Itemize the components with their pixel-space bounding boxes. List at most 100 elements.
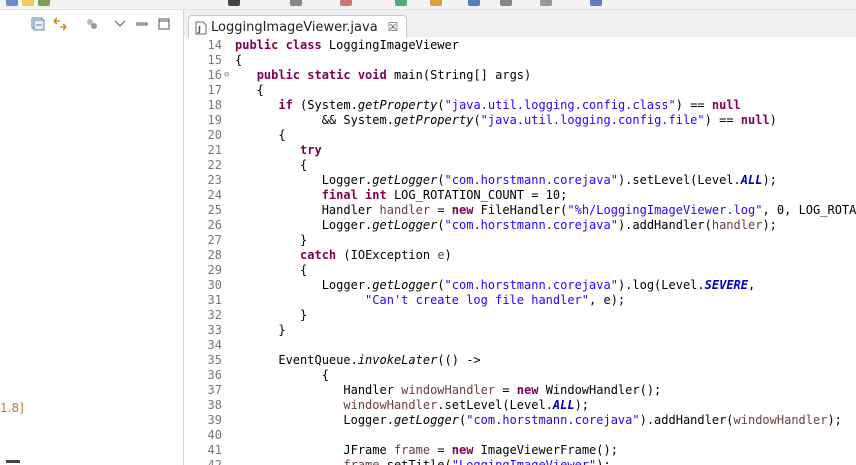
code-token: Handler	[235, 203, 380, 217]
maximize-icon[interactable]	[156, 16, 172, 32]
view-menu-icon[interactable]	[112, 16, 128, 32]
toolbar-icon[interactable]	[590, 0, 602, 6]
code-token: ).addHandler(	[617, 218, 712, 232]
code-token: "com.horstmann.corejava"	[466, 413, 640, 427]
code-line: 21 try	[184, 143, 856, 158]
collapse-all-icon[interactable]	[30, 16, 46, 32]
toolbar-icon[interactable]	[38, 0, 50, 6]
close-icon[interactable]: ☒	[388, 20, 399, 34]
line-number: 29	[207, 263, 222, 277]
line-number: 17	[207, 83, 222, 97]
toolbar-icon[interactable]	[290, 0, 302, 6]
code-text: Logger.getLogger("com.horstmann.corejava…	[235, 278, 756, 293]
code-token: main(String[] args)	[393, 68, 532, 82]
code-token: Logger.	[235, 413, 394, 427]
fold-toggle-icon[interactable]: ⊖	[224, 68, 229, 83]
link-with-editor-icon[interactable]	[52, 16, 68, 32]
code-token: (	[437, 173, 445, 187]
toolbar-icon[interactable]	[340, 0, 352, 6]
code-token: );	[762, 173, 777, 187]
line-number: 40	[207, 428, 222, 442]
code-text: frame.setTitle("LoggingImageViewer");	[235, 458, 611, 465]
code-token: try	[300, 143, 322, 157]
package-explorer-view: 1.8]	[0, 10, 184, 465]
code-line: 40	[184, 428, 856, 443]
code-token: (() ->	[437, 353, 481, 367]
view-toolbar	[0, 10, 183, 38]
line-number: 33	[207, 323, 222, 337]
code-token: handler	[379, 203, 431, 217]
toolbar-icon[interactable]	[22, 0, 34, 6]
code-line: 14 public class LoggingImageViewer	[184, 38, 856, 53]
code-token: );	[596, 458, 611, 465]
code-token: final int	[321, 188, 394, 202]
code-text: EventQueue.invokeLater(() ->	[235, 353, 481, 368]
toolbar-icon[interactable]	[500, 0, 512, 6]
code-text: "Can't create log file handler", e);	[235, 293, 625, 308]
main-toolbar	[0, 0, 856, 10]
code-token: "java.util.logging.config.file"	[480, 113, 705, 127]
code-token: new	[451, 203, 481, 217]
code-token: frame	[343, 458, 380, 465]
code-text: {	[235, 83, 264, 98]
line-number: 19	[207, 113, 222, 127]
code-token: windowHandler	[343, 398, 438, 412]
toolbar-icon[interactable]	[468, 0, 480, 6]
code-token: JFrame	[235, 443, 394, 457]
code-text: if (System.getProperty("java.util.loggin…	[235, 98, 741, 113]
code-token: LoggingImageViewer	[328, 38, 459, 52]
code-token: windowHandler	[733, 413, 828, 427]
code-line: 34	[184, 338, 856, 353]
code-token: null	[711, 98, 741, 112]
code-token: getProperty	[357, 98, 438, 112]
line-number: 26	[207, 218, 222, 232]
code-token: SEVERE	[704, 278, 748, 292]
code-token: getLogger	[393, 413, 459, 427]
code-text: Logger.getLogger("com.horstmann.corejava…	[235, 413, 842, 428]
code-token: }	[235, 323, 286, 337]
code-line: 33 }	[184, 323, 856, 338]
code-token: EventQueue.	[235, 353, 358, 367]
code-token: frame	[393, 443, 431, 457]
code-line: 36 {	[184, 368, 856, 383]
code-token: public class	[235, 38, 329, 52]
code-token: (	[437, 278, 445, 292]
toolbar-icon[interactable]	[430, 0, 442, 6]
tab-loggingimageviewer[interactable]: J LoggingImageViewer.java ☒	[188, 15, 408, 38]
line-number: 27	[207, 233, 222, 247]
code-token: ).log(Level.	[617, 278, 705, 292]
code-line: 19 && System.getProperty("java.util.logg…	[184, 113, 856, 128]
toolbar-icon[interactable]	[540, 0, 552, 6]
minimize-icon[interactable]	[134, 16, 150, 32]
code-token: "com.horstmann.corejava"	[444, 278, 618, 292]
toolbar-icon[interactable]	[6, 0, 18, 6]
code-line: 16 ⊖ public static void main(String[] arg…	[184, 68, 856, 83]
code-area[interactable]: 14 public class LoggingImageViewer 15 {16 ⊖ …	[184, 38, 856, 465]
code-token: invokeLater	[357, 353, 438, 367]
code-token: {	[235, 83, 264, 97]
jre-version-fragment: 1.8]	[0, 401, 24, 415]
code-token: WindowHandler();	[545, 383, 662, 397]
line-number: 39	[207, 413, 222, 427]
code-line: 32 }	[184, 308, 856, 323]
code-token: ALL	[740, 173, 763, 187]
line-number: 23	[207, 173, 222, 187]
code-line: 28 catch (IOException e)	[184, 248, 856, 263]
line-number: 34	[207, 338, 222, 352]
code-token: getLogger	[372, 173, 438, 187]
code-token: ).addHandler(	[639, 413, 734, 427]
code-text: final int LOG_ROTATION_COUNT = 10;	[235, 188, 568, 203]
focus-icon[interactable]	[84, 16, 100, 32]
toolbar-icon[interactable]	[395, 0, 407, 6]
code-line: 27 }	[184, 233, 856, 248]
code-line: 35 EventQueue.invokeLater(() ->	[184, 353, 856, 368]
code-token: "java.util.logging.config.class"	[444, 98, 676, 112]
code-token: {	[235, 158, 308, 172]
code-token: .setTitle(	[379, 458, 452, 465]
code-text: {	[235, 128, 285, 143]
toolbar-icon[interactable]	[228, 0, 240, 6]
line-number: 15	[207, 53, 222, 67]
